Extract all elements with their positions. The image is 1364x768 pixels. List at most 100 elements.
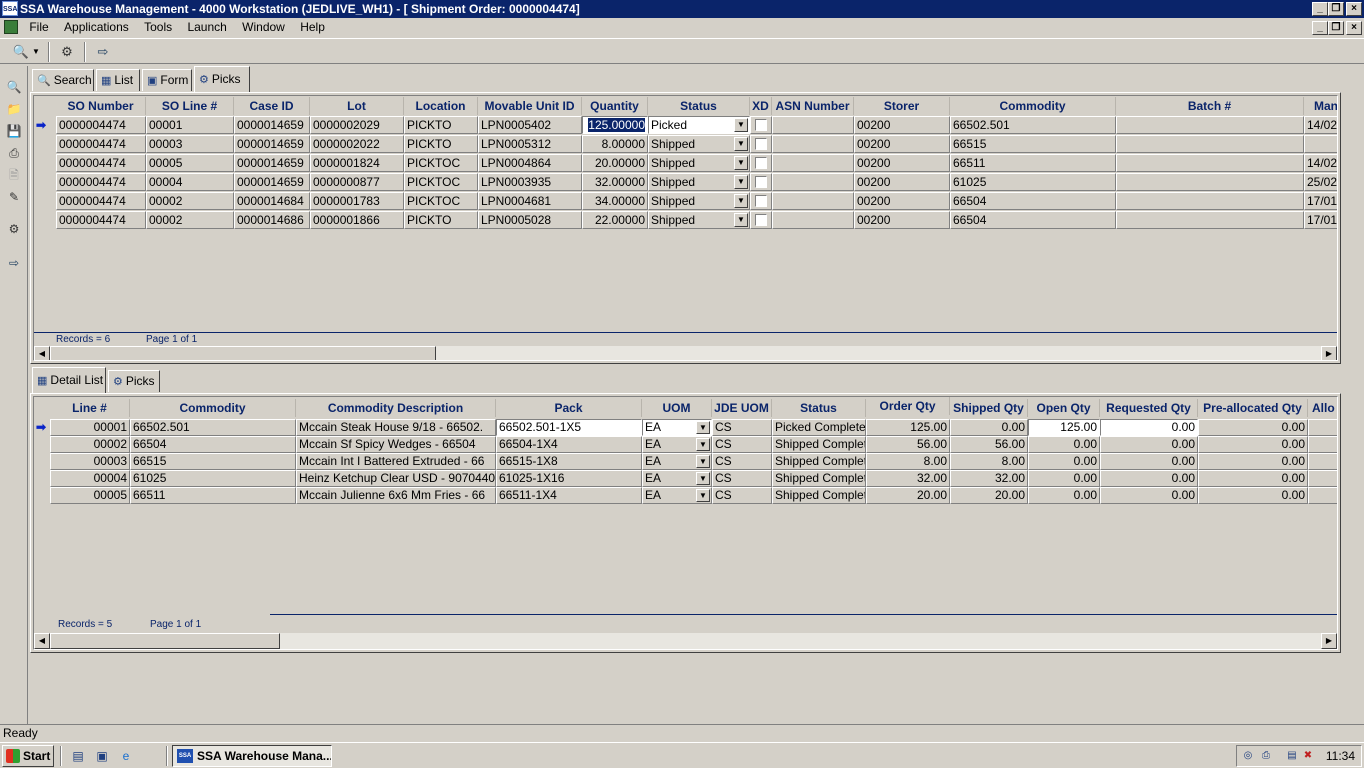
commodity-cell[interactable]: 66515 — [950, 135, 1116, 153]
status-cell[interactable]: Shipped Complete — [772, 436, 866, 453]
uom-cell[interactable]: EA ▼ — [642, 453, 712, 470]
menu-help[interactable]: Help — [294, 18, 331, 37]
chevron-down-icon[interactable]: ▼ — [696, 438, 710, 451]
storer-cell[interactable]: 00200 — [854, 135, 950, 153]
quantity-cell[interactable]: 20.00000 — [582, 154, 648, 172]
allocated-cell[interactable] — [1308, 487, 1337, 504]
mdi-child-icon[interactable] — [4, 20, 18, 34]
col-batch[interactable]: Batch # — [1116, 97, 1304, 115]
table-row[interactable]: 00003 66515 Mccain Int I Battered Extruded… — [34, 453, 1337, 470]
commodity-cell[interactable]: 66502.501 — [950, 116, 1116, 134]
xd-cell[interactable] — [750, 116, 772, 134]
preallocated-qty-cell[interactable]: 0.00 — [1198, 453, 1308, 470]
col-commodity[interactable]: Commodity — [130, 399, 296, 417]
folder-icon[interactable]: 📁 — [4, 100, 24, 118]
horizontal-scrollbar[interactable]: ◀ ▶ — [34, 346, 1337, 360]
col-uom[interactable]: UOM — [642, 399, 712, 417]
col-man[interactable]: Man — [1304, 97, 1337, 115]
tab-list[interactable]: ▦ List — [96, 69, 140, 91]
status-cell[interactable]: Shipped Complete — [772, 470, 866, 487]
exit-icon[interactable]: ⇨ — [92, 42, 114, 62]
case-id-cell[interactable]: 0000014659 — [234, 154, 310, 172]
so-number-cell[interactable]: 0000004474 — [56, 173, 146, 191]
chevron-down-icon[interactable]: ▼ — [696, 472, 710, 485]
location-cell[interactable]: PICKTO — [404, 211, 478, 229]
status-cell[interactable]: Shipped ▼ — [648, 173, 750, 191]
col-movable-unit-id[interactable]: Movable Unit ID — [478, 97, 582, 115]
col-pack[interactable]: Pack — [496, 399, 642, 417]
description-cell[interactable]: Mccain Julienne 6x6 Mm Fries - 66 — [296, 487, 496, 504]
network-icon[interactable]: ◎ — [1241, 749, 1255, 763]
description-cell[interactable]: Mccain Sf Spicy Wedges - 66504 — [296, 436, 496, 453]
tab-detail-list[interactable]: ▦ Detail List — [32, 367, 106, 393]
pack-cell[interactable]: 66515-1X8 — [496, 453, 642, 470]
col-so-line[interactable]: SO Line # — [146, 97, 234, 115]
asn-number-cell[interactable] — [772, 154, 854, 172]
scroll-left-arrow-icon[interactable]: ◀ — [34, 346, 50, 360]
commodity-cell[interactable]: 66515 — [130, 453, 296, 470]
case-id-cell[interactable]: 0000014684 — [234, 192, 310, 210]
allocated-cell[interactable] — [1308, 453, 1337, 470]
preview-icon[interactable]: 🗎 — [4, 166, 24, 184]
tab-form[interactable]: ▣ Form — [142, 69, 192, 91]
table-row[interactable]: 0000004474 00002 0000014684 0000001783 PICKT… — [34, 192, 1337, 211]
so-number-cell[interactable]: 0000004474 — [56, 211, 146, 229]
picks-icon[interactable]: ⚙ — [4, 220, 24, 238]
col-open-qty[interactable]: Open Qty — [1028, 399, 1100, 417]
case-id-cell[interactable]: 0000014659 — [234, 116, 310, 134]
commodity-cell[interactable]: 61025 — [950, 173, 1116, 191]
case-id-cell[interactable]: 0000014686 — [234, 211, 310, 229]
xd-checkbox[interactable] — [755, 214, 767, 226]
table-row[interactable]: ➡ 00001 66502.501 Mccain Steak House 9/18 -… — [34, 419, 1337, 436]
security-alert-icon[interactable]: ✖ — [1301, 749, 1315, 763]
quantity-cell[interactable]: 34.00000 — [582, 192, 648, 210]
open-qty-cell[interactable]: 125.00 — [1028, 419, 1100, 436]
batch-cell[interactable] — [1116, 192, 1304, 210]
line-cell[interactable]: 00003 — [50, 453, 130, 470]
horizontal-scrollbar[interactable]: ◀ ▶ — [34, 633, 1337, 649]
allocated-cell[interactable] — [1308, 470, 1337, 487]
status-cell[interactable]: Shipped Complete — [772, 487, 866, 504]
chevron-down-icon[interactable]: ▼ — [696, 455, 710, 468]
requested-qty-cell[interactable]: 0.00 — [1100, 419, 1198, 436]
storer-cell[interactable]: 00200 — [854, 211, 950, 229]
order-qty-cell[interactable]: 56.00 — [866, 436, 950, 453]
col-commodity-description[interactable]: Commodity Description — [296, 399, 496, 417]
lot-cell[interactable]: 0000002022 — [310, 135, 404, 153]
scroll-right-arrow-icon[interactable]: ▶ — [1321, 346, 1337, 360]
requested-qty-cell[interactable]: 0.00 — [1100, 453, 1198, 470]
so-line-cell[interactable]: 00003 — [146, 135, 234, 153]
quantity-cell[interactable]: 125.00000 — [582, 116, 648, 134]
line-cell[interactable]: 00002 — [50, 436, 130, 453]
quantity-cell[interactable]: 8.00000 — [582, 135, 648, 153]
so-line-cell[interactable]: 00001 — [146, 116, 234, 134]
xd-cell[interactable] — [750, 135, 772, 153]
description-cell[interactable]: Mccain Int I Battered Extruded - 66 — [296, 453, 496, 470]
chevron-down-icon[interactable]: ▼ — [734, 156, 748, 170]
location-cell[interactable]: PICKTO — [404, 135, 478, 153]
table-row[interactable]: 0000004474 00004 0000014659 0000000877 PICKT… — [34, 173, 1337, 192]
location-cell[interactable]: PICKTOC — [404, 154, 478, 172]
batch-cell[interactable] — [1116, 154, 1304, 172]
uom-cell[interactable]: EA ▼ — [642, 436, 712, 453]
col-status[interactable]: Status — [772, 399, 866, 417]
shipped-qty-cell[interactable]: 32.00 — [950, 470, 1028, 487]
man-cell[interactable]: 14/02 — [1304, 154, 1337, 172]
commodity-cell[interactable]: 66511 — [130, 487, 296, 504]
xd-checkbox[interactable] — [755, 138, 767, 150]
search-icon[interactable]: 🔍 — [10, 42, 32, 62]
pack-cell[interactable]: 66511-1X4 — [496, 487, 642, 504]
storer-cell[interactable]: 00200 — [854, 192, 950, 210]
description-cell[interactable]: Heinz Ketchup Clear USD - 9070440 — [296, 470, 496, 487]
save-icon[interactable]: 💾 — [4, 122, 24, 140]
server-manager-icon[interactable]: ▤ — [70, 748, 86, 764]
allocated-cell[interactable] — [1308, 419, 1337, 436]
col-so-number[interactable]: SO Number — [56, 97, 146, 115]
movable-unit-cell[interactable]: LPN0004681 — [478, 192, 582, 210]
jde-uom-cell[interactable]: CS — [712, 453, 772, 470]
xd-checkbox[interactable] — [755, 157, 767, 169]
scrollbar-thumb[interactable] — [50, 633, 280, 649]
pack-cell[interactable]: 66502.501-1X5 — [496, 419, 642, 436]
asn-number-cell[interactable] — [772, 116, 854, 134]
table-row[interactable]: 00005 66511 Mccain Julienne 6x6 Mm Fries -… — [34, 487, 1337, 504]
